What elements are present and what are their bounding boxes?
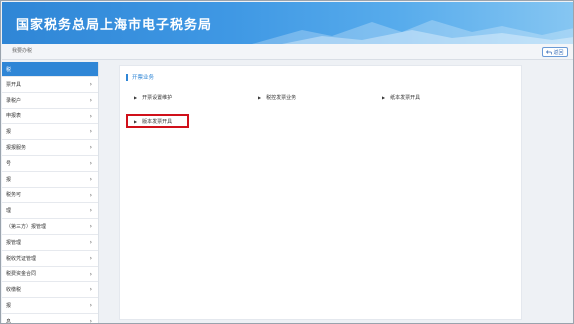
sidebar-item-label: 息 (6, 318, 12, 324)
back-button[interactable]: 返回 (542, 47, 568, 57)
sidebar-item[interactable]: 申报表 › (2, 109, 98, 125)
chevron-right-icon: › (89, 302, 92, 310)
function-label: 开票设置维护 (142, 95, 173, 101)
triangle-bullet-icon: ▶ (258, 95, 262, 100)
chevron-right-icon: › (89, 286, 92, 294)
chevron-right-icon: › (89, 270, 92, 278)
chevron-right-icon: › (89, 191, 92, 199)
sidebar-item-label: （第三方）报管理 (6, 224, 47, 231)
chevron-right-icon: › (89, 128, 92, 136)
sidebar-item[interactable]: 报 › (2, 124, 98, 141)
sidebar-item-label: 报 (6, 303, 12, 310)
sidebar-item[interactable]: 票开具 › (2, 77, 98, 93)
sidebar-item-label: 报 (6, 176, 12, 183)
sidebar-item[interactable]: 号 › (2, 156, 98, 172)
function-link[interactable]: ▶ 纸本发票开具 (382, 94, 420, 101)
app-window: 国家税务总局上海市电子税务局 我要办税 返回 税 票开具 › 录税户 › 申报表 › … (0, 0, 574, 324)
chevron-right-icon: › (89, 223, 92, 231)
sidebar-item[interactable]: 税务可 › (2, 188, 98, 204)
chevron-right-icon: › (89, 254, 92, 262)
right-gutter (523, 62, 573, 323)
function-link[interactable]: ▶ 税控发票业务 (258, 94, 296, 101)
chevron-right-icon: › (89, 144, 92, 152)
sidebar-item[interactable]: 理 › (2, 203, 98, 220)
sidebar-item-label: 报管理 (6, 239, 22, 246)
sidebar-item-label: 税收凭证管理 (6, 255, 37, 262)
page-title: 国家税务总局上海市电子税务局 (16, 18, 213, 33)
sidebar-menu: 税 票开具 › 录税户 › 申报表 › 报 › 报报服务 › 号 › 报 › 税务可 › 理 › … (2, 62, 99, 324)
sidebar-item[interactable]: 报 › (2, 298, 98, 314)
sidebar-item-label: 报报服务 (6, 145, 27, 152)
sidebar-item-label: 税 (6, 66, 12, 73)
function-link[interactable]: ▶ 开票设置维护 (134, 94, 172, 101)
breadcrumb: 我要办税 (12, 48, 33, 54)
sidebar-item[interactable]: 收缴税 › (2, 282, 98, 299)
sidebar-item[interactable]: 报 › (2, 172, 98, 188)
sidebar-item-label: 收缴税 (6, 287, 22, 294)
sidebar-item-label: 报 (6, 129, 12, 136)
sidebar-item-label: 税务可 (6, 192, 22, 199)
back-button-label: 返回 (553, 49, 564, 56)
header-banner: 国家税务总局上海市电子税务局 (2, 2, 573, 44)
chevron-right-icon: › (89, 159, 92, 167)
sidebar-item[interactable]: 息 › (2, 314, 98, 324)
sidebar-item-label: 申报表 (6, 113, 22, 120)
function-label: 纸本发票开具 (390, 95, 421, 101)
sidebar-item[interactable]: 报报服务 › (2, 140, 98, 156)
chevron-right-icon: › (89, 175, 92, 183)
chevron-right-icon: › (89, 317, 92, 324)
main-panel: 开票业务 ▶ 开票设置维护 ▶ 税控发票业务 ▶ 纸本发票开具 ▶ 版本发票开具 (119, 65, 522, 320)
sidebar-item[interactable]: 税 (2, 62, 98, 77)
sidebar-item[interactable]: 税收凭证管理 › (2, 251, 98, 267)
function-label: 版本发票开具 (142, 119, 173, 125)
section-bar-decoration (126, 73, 128, 81)
sidebar-item[interactable]: （第三方）报管理 › (2, 219, 98, 235)
return-arrow-icon (546, 49, 553, 54)
section-title: 开票业务 (126, 73, 154, 81)
function-link[interactable]: ▶ 版本发票开具 (134, 118, 172, 125)
triangle-bullet-icon: ▶ (382, 95, 386, 100)
triangle-bullet-icon: ▶ (134, 95, 138, 100)
function-label: 税控发票业务 (266, 95, 297, 101)
sidebar-item-label: 税费资金合同 (6, 271, 37, 278)
sidebar-item-label: 号 (6, 160, 12, 167)
chevron-right-icon: › (89, 96, 92, 104)
sidebar-item-label: 理 (6, 208, 12, 215)
sidebar-item[interactable]: 报管理 › (2, 235, 98, 251)
section-title-label: 开票业务 (132, 75, 155, 81)
sidebar-item-label: 票开具 (6, 81, 22, 88)
sidebar-item[interactable]: 税费资金合同 › (2, 267, 98, 283)
toolbar: 我要办税 返回 (2, 44, 573, 60)
chevron-right-icon: › (89, 207, 92, 215)
sidebar-item[interactable]: 录税户 › (2, 93, 98, 109)
triangle-bullet-icon: ▶ (134, 119, 138, 124)
chevron-right-icon: › (89, 112, 92, 120)
chevron-right-icon: › (89, 238, 92, 246)
chevron-right-icon: › (89, 81, 92, 88)
sidebar-item-label: 录税户 (6, 97, 22, 104)
